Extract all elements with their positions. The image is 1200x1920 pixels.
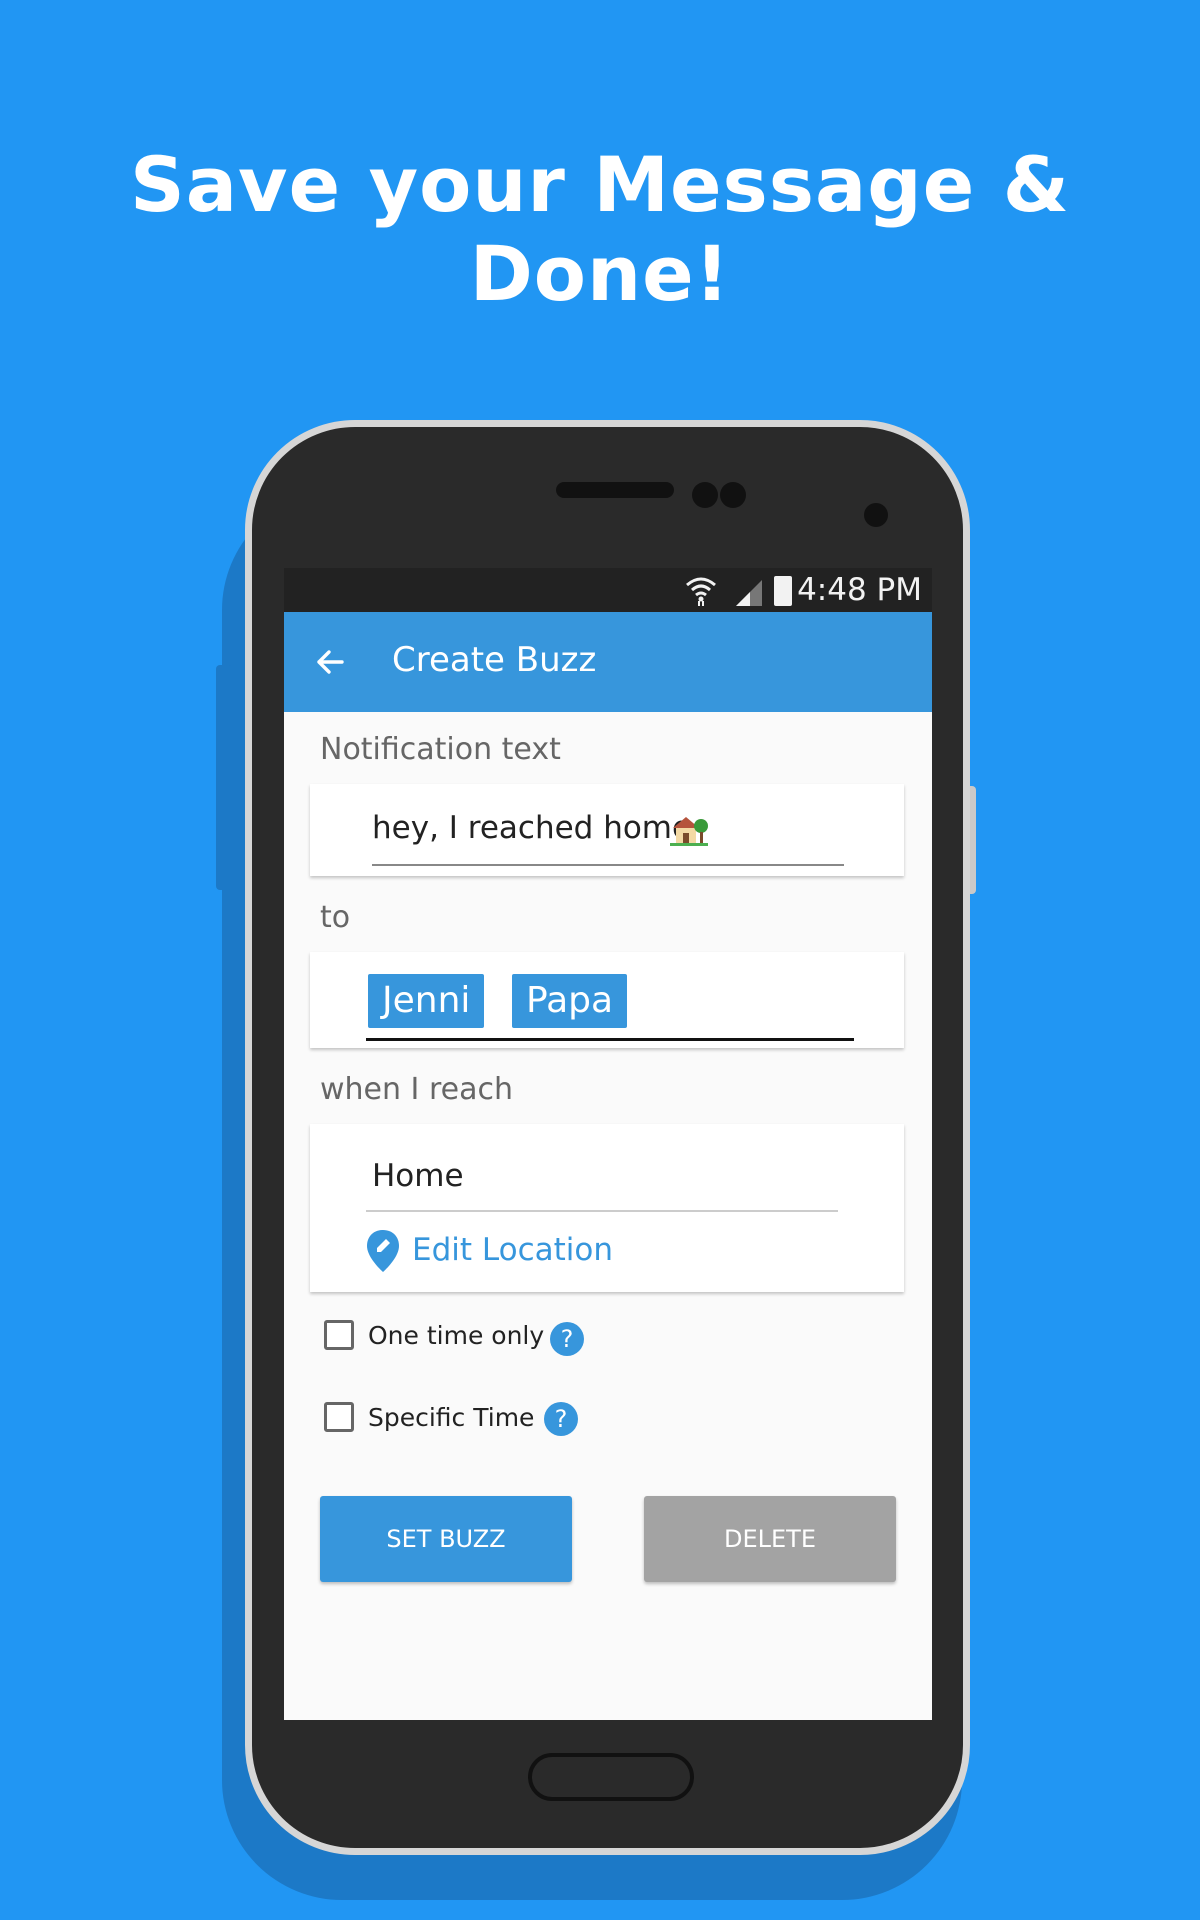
- phone-sensors: [692, 482, 748, 508]
- notification-text-label: Notification text: [320, 732, 561, 767]
- recipient-chip[interactable]: Jenni: [368, 974, 485, 1028]
- phone-volume-button-shadow: [216, 665, 232, 890]
- location-card: Home Edit Location: [310, 1124, 904, 1292]
- arrow-left-icon[interactable]: [314, 646, 346, 678]
- recipients-card: Jenni Papa: [310, 952, 904, 1048]
- signal-icon: [736, 580, 762, 606]
- status-time: 4:48 PM: [797, 572, 922, 608]
- notification-text-underline: [372, 864, 844, 866]
- location-underline: [366, 1210, 838, 1212]
- front-camera: [864, 503, 888, 527]
- when-i-reach-label: when I reach: [320, 1072, 513, 1107]
- wifi-icon: [686, 577, 716, 606]
- battery-icon: [774, 576, 792, 606]
- delete-button[interactable]: DELETE: [644, 1496, 896, 1582]
- one-time-only-checkbox[interactable]: [324, 1320, 354, 1350]
- recipients-underline: [366, 1038, 854, 1041]
- edit-location-link[interactable]: Edit Location: [412, 1232, 613, 1268]
- set-buzz-button[interactable]: SET BUZZ: [320, 1496, 572, 1582]
- app-bar: Create Buzz: [284, 612, 932, 712]
- specific-time-help-icon[interactable]: ?: [544, 1402, 578, 1436]
- specific-time-label[interactable]: Specific Time: [368, 1403, 534, 1432]
- edit-location-icon[interactable]: [366, 1228, 400, 1274]
- status-bar: 4:48 PM: [284, 568, 932, 612]
- phone-speaker: [556, 482, 674, 498]
- headline: Save your Message & Done!: [130, 140, 1070, 318]
- one-time-help-icon[interactable]: ?: [550, 1322, 584, 1356]
- phone-screen: 4:48 PM Create Buzz Notification text he…: [284, 568, 932, 1720]
- specific-time-checkbox[interactable]: [324, 1402, 354, 1432]
- location-input[interactable]: Home: [372, 1158, 464, 1194]
- house-with-garden-icon: [670, 817, 708, 846]
- one-time-only-label[interactable]: One time only: [368, 1321, 544, 1350]
- notification-text-card: hey, I reached home: [310, 784, 904, 876]
- to-label: to: [320, 900, 351, 935]
- notification-text-input[interactable]: hey, I reached home: [372, 810, 691, 846]
- page-title: Create Buzz: [392, 640, 597, 680]
- phone-home-button[interactable]: [528, 1753, 694, 1801]
- recipient-chip[interactable]: Papa: [512, 974, 628, 1028]
